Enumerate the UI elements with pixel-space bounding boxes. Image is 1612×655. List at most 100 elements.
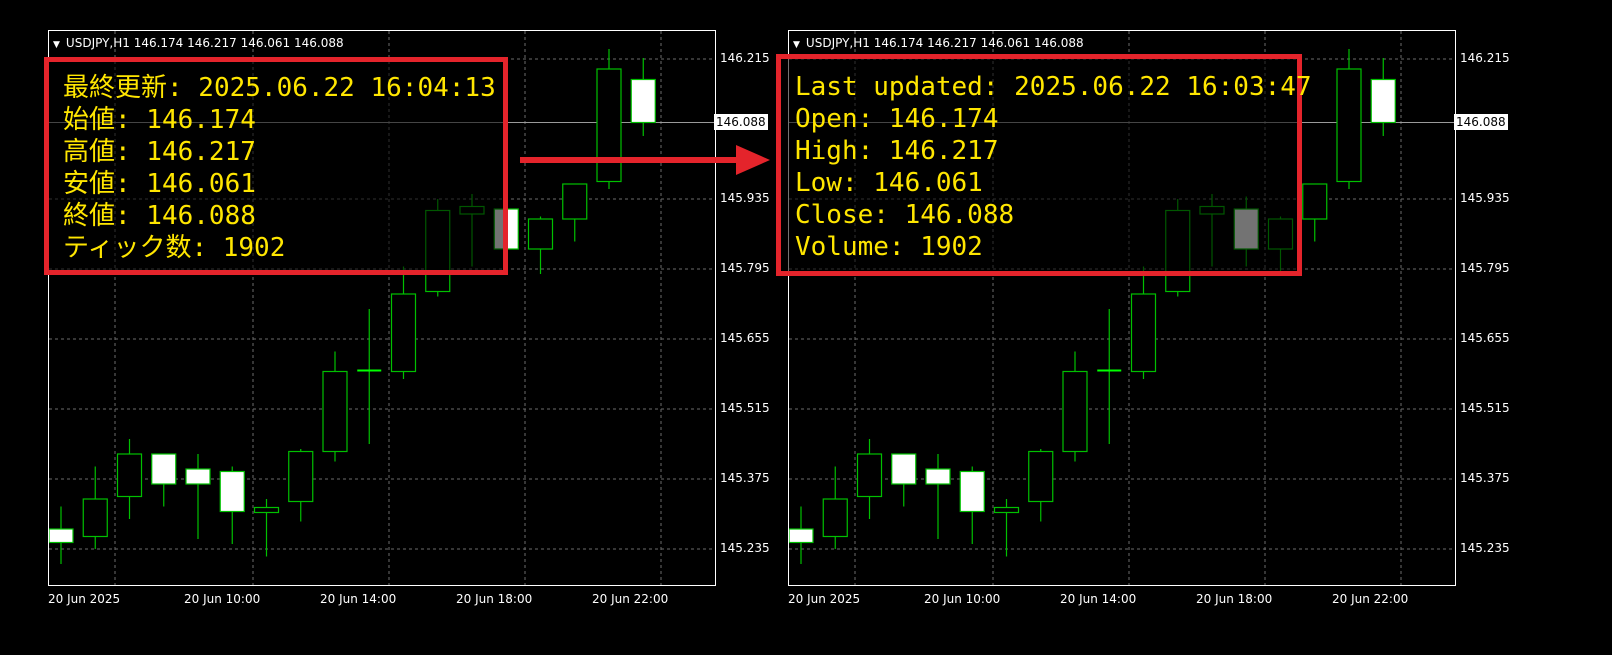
time-axis-label: 20 Jun 14:00 bbox=[1060, 592, 1137, 606]
candle bbox=[1062, 351, 1088, 462]
dropdown-triangle-icon[interactable]: ▼ bbox=[53, 40, 60, 50]
time-axis-label: 20 Jun 18:00 bbox=[456, 592, 533, 606]
time-axis-label: 20 Jun 2025 bbox=[788, 592, 861, 606]
candle-body bbox=[322, 370, 348, 453]
candle-body bbox=[1028, 450, 1054, 503]
candle bbox=[562, 183, 588, 242]
candle-body bbox=[993, 506, 1020, 514]
candle bbox=[1028, 449, 1054, 522]
price-axis-label: 145.935 bbox=[1460, 191, 1510, 205]
info-line-last-updated: Last updated: 2025.06.22 16:03:47 bbox=[795, 72, 1312, 102]
candle bbox=[151, 453, 177, 507]
current-price-badge: 146.088 bbox=[1454, 113, 1508, 130]
left-info-overlay: 最終更新: 2025.06.22 16:04:13 始値: 146.174 高値… bbox=[44, 57, 508, 275]
candle-body bbox=[1062, 370, 1088, 453]
candle-body bbox=[959, 470, 985, 513]
time-axis-label: 20 Jun 22:00 bbox=[592, 592, 669, 606]
left-time-axis: 20 Jun 2025 20 Jun 10:00 20 Jun 14:00 20 Ju… bbox=[48, 592, 714, 612]
right-time-axis: 20 Jun 2025 20 Jun 10:00 20 Jun 14:00 20 Ju… bbox=[788, 592, 1454, 612]
candle bbox=[527, 216, 554, 274]
info-line-close: 終値: 146.088 bbox=[63, 201, 256, 231]
candle-body bbox=[185, 468, 211, 485]
price-axis-label: 145.515 bbox=[720, 401, 770, 415]
candle-body bbox=[116, 453, 143, 498]
candle bbox=[959, 466, 985, 544]
price-axis-label: 146.215 bbox=[720, 51, 770, 65]
price-axis-label: 145.375 bbox=[1460, 471, 1510, 485]
price-axis-label: 145.795 bbox=[1460, 261, 1510, 275]
info-line-low: Low: 146.061 bbox=[795, 168, 983, 198]
right-symbol-header-text: USDJPY,H1 146.174 146.217 146.061 146.08… bbox=[805, 36, 1084, 50]
price-axis-label: 145.935 bbox=[720, 191, 770, 205]
time-axis-label: 20 Jun 14:00 bbox=[320, 592, 397, 606]
time-axis-label: 20 Jun 10:00 bbox=[184, 592, 261, 606]
candle-body bbox=[925, 468, 951, 485]
candle-body bbox=[82, 498, 108, 538]
price-axis-label: 145.655 bbox=[1460, 331, 1510, 345]
candle bbox=[185, 454, 211, 539]
info-line-high: High: 146.217 bbox=[795, 136, 999, 166]
price-axis-label: 145.795 bbox=[720, 261, 770, 275]
info-line-open: 始値: 146.174 bbox=[63, 105, 256, 135]
info-line-volume: ティック数: 1902 bbox=[63, 233, 286, 263]
info-line-high: 高値: 146.217 bbox=[63, 137, 256, 167]
info-line-low: 安値: 146.061 bbox=[63, 169, 256, 199]
candle bbox=[253, 499, 280, 557]
time-axis-label: 20 Jun 10:00 bbox=[924, 592, 1001, 606]
candle-body bbox=[390, 293, 417, 373]
right-info-overlay: Last updated: 2025.06.22 16:03:47 Open: … bbox=[776, 54, 1312, 276]
candle-body bbox=[219, 470, 245, 513]
left-price-axis: 146.215 145.935 145.795 145.655 145.515 145.3… bbox=[714, 30, 774, 584]
price-axis-label: 146.215 bbox=[1460, 51, 1510, 65]
candle bbox=[219, 466, 245, 544]
info-line-close: Close: 146.088 bbox=[795, 200, 1015, 230]
candle bbox=[1097, 309, 1122, 444]
time-axis-label: 20 Jun 18:00 bbox=[1196, 592, 1273, 606]
info-line-volume: Volume: 1902 bbox=[795, 232, 983, 262]
candle-body bbox=[856, 453, 883, 498]
candle bbox=[1370, 58, 1396, 136]
candle bbox=[49, 506, 74, 564]
candle bbox=[288, 449, 314, 522]
candle bbox=[891, 453, 917, 507]
candle bbox=[856, 439, 883, 519]
price-axis-label: 145.375 bbox=[720, 471, 770, 485]
candle bbox=[1130, 266, 1157, 379]
candle-body bbox=[49, 528, 74, 544]
candle-body bbox=[789, 528, 814, 544]
candle-body bbox=[1336, 68, 1362, 183]
candle bbox=[322, 351, 348, 462]
price-axis-label: 145.515 bbox=[1460, 401, 1510, 415]
candle bbox=[993, 499, 1020, 557]
candle bbox=[925, 454, 951, 539]
candle-body bbox=[288, 450, 314, 503]
candle bbox=[116, 439, 143, 519]
info-line-open: Open: 146.174 bbox=[795, 104, 999, 134]
left-symbol-header: ▼ USDJPY,H1 146.174 146.217 146.061 146.0… bbox=[53, 36, 344, 50]
candle-body bbox=[630, 78, 656, 124]
candle bbox=[357, 309, 382, 444]
dropdown-triangle-icon[interactable]: ▼ bbox=[793, 40, 800, 50]
candle-body bbox=[527, 218, 554, 250]
current-price-badge: 146.088 bbox=[714, 113, 768, 130]
left-symbol-header-text: USDJPY,H1 146.174 146.217 146.061 146.08… bbox=[65, 36, 344, 50]
candle-body bbox=[253, 506, 280, 514]
candle bbox=[1302, 183, 1328, 242]
right-price-axis: 146.215 145.935 145.795 145.655 145.515 145.3… bbox=[1454, 30, 1524, 584]
red-arrow-icon bbox=[520, 145, 770, 175]
candle-body bbox=[1130, 293, 1157, 373]
candle-body bbox=[562, 183, 588, 220]
candle-body bbox=[1370, 78, 1396, 124]
candle-body bbox=[1302, 183, 1328, 220]
time-axis-label: 20 Jun 2025 bbox=[48, 592, 121, 606]
info-line-last-updated: 最終更新: 2025.06.22 16:04:13 bbox=[63, 73, 496, 103]
price-axis-label: 145.235 bbox=[720, 541, 770, 555]
candle-body bbox=[151, 453, 177, 485]
candle-body bbox=[891, 453, 917, 485]
price-axis-label: 145.235 bbox=[1460, 541, 1510, 555]
candle bbox=[390, 266, 417, 379]
price-axis-label: 145.655 bbox=[720, 331, 770, 345]
candle bbox=[1336, 49, 1362, 189]
candle bbox=[630, 58, 656, 136]
time-axis-label: 20 Jun 22:00 bbox=[1332, 592, 1409, 606]
